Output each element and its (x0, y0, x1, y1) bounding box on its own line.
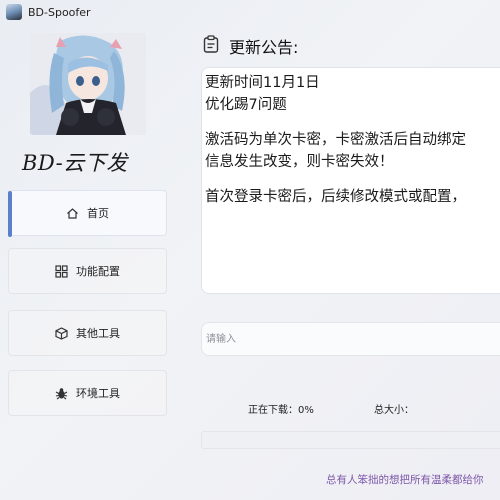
brand-name: BD-云下发 (22, 151, 128, 175)
title-bar: BD-Spoofer (0, 0, 500, 28)
notice-line: 信息发生改变，则卡密失效！ (205, 154, 394, 170)
notice-title: 更新公告: (229, 38, 299, 57)
notice-line: 优化踢7问题 (205, 97, 287, 113)
download-status: 正在下载：0% (248, 405, 314, 416)
notice-line (205, 116, 500, 129)
notice-line (205, 173, 500, 186)
grid-icon (55, 264, 68, 278)
notice-text-area[interactable]: 更新时间11月1日 优化踢7问题 激活码为单次卡密，卡密激活后自动绑定 信息发生… (201, 67, 500, 294)
notice-line: 更新时间11月1日 (205, 75, 320, 91)
sidebar-item-features[interactable]: 功能配置 (8, 248, 167, 294)
avatar (30, 33, 146, 135)
clipboard-icon (203, 35, 219, 57)
sidebar-item-label: 环境工具 (76, 387, 120, 400)
sidebar-item-label: 功能配置 (76, 265, 120, 278)
notice-line: 激活码为单次卡密，卡密激活后自动绑定 (205, 132, 466, 148)
notice-line: 首次登录卡密后，后续修改模式或配置， (205, 189, 466, 205)
box-icon (55, 326, 68, 340)
sidebar-item-other-tools[interactable]: 其他工具 (8, 310, 167, 356)
key-input[interactable] (201, 322, 500, 356)
total-size-label: 总大小： (374, 405, 414, 416)
sidebar-item-label: 首页 (87, 207, 109, 220)
footer-text: 总有人笨拙的想把所有温柔都给你 (326, 474, 484, 486)
download-progress-bar (201, 431, 500, 449)
notice-header: 更新公告: (203, 34, 298, 58)
app-icon (6, 4, 22, 20)
sidebar-item-home[interactable]: 首页 (8, 190, 167, 237)
home-icon (66, 207, 79, 220)
window-title: BD-Spoofer (28, 6, 91, 19)
sidebar-item-env-tools[interactable]: 环境工具 (8, 370, 167, 416)
sidebar-item-label: 其他工具 (76, 327, 120, 340)
bug-icon (55, 387, 68, 400)
